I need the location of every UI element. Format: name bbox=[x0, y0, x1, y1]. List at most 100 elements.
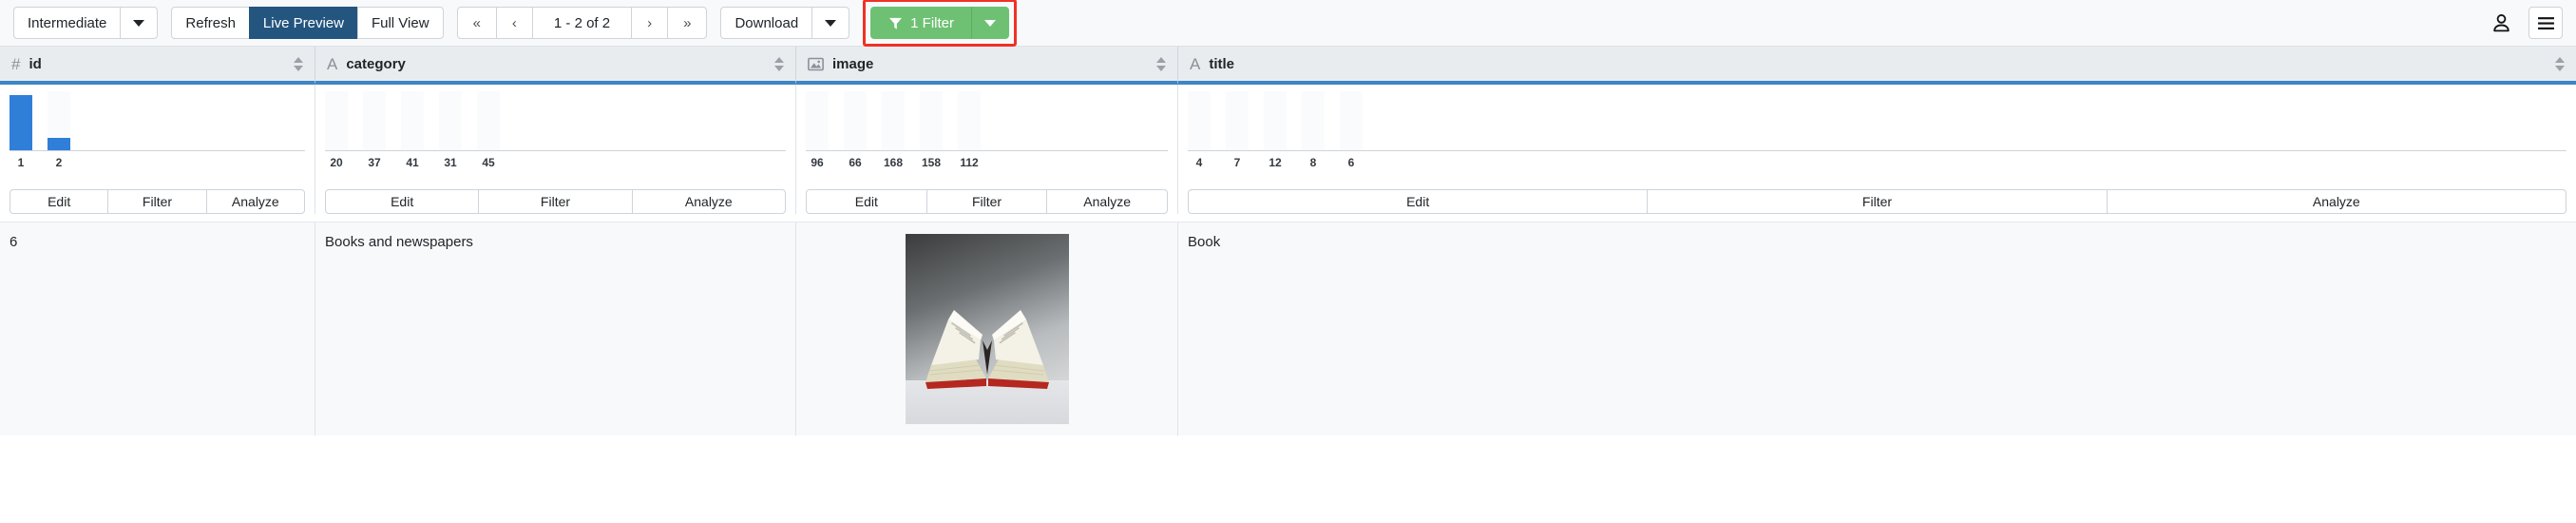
chevron-down-icon bbox=[133, 19, 145, 27]
histogram-plot bbox=[1188, 91, 2566, 151]
level-select-group: Intermediate bbox=[13, 7, 159, 39]
column-histogram-id[interactable]: 12 bbox=[0, 85, 315, 189]
filter-button[interactable]: Filter bbox=[1647, 189, 2108, 214]
column-header-label: category bbox=[346, 55, 406, 72]
cell-category[interactable]: Books and newspapers bbox=[315, 223, 796, 436]
histogram-bar bbox=[325, 91, 348, 150]
analyze-button[interactable]: Analyze bbox=[2106, 189, 2566, 214]
column-actions-id: Edit Filter Analyze bbox=[0, 189, 315, 214]
view-mode-group: Refresh Live Preview Full View bbox=[171, 7, 444, 39]
histogram-bar bbox=[363, 91, 386, 150]
histogram-tick-label: 168 bbox=[883, 156, 904, 169]
column-header-image[interactable]: image bbox=[796, 47, 1178, 85]
cell-image[interactable] bbox=[796, 223, 1178, 436]
filter-funnel-icon bbox=[889, 17, 903, 29]
histogram-plot bbox=[10, 91, 305, 151]
sort-updown-icon[interactable] bbox=[2555, 56, 2565, 71]
sort-updown-icon[interactable] bbox=[1156, 56, 1166, 71]
hamburger-menu-icon bbox=[2537, 16, 2554, 29]
column-header-id[interactable]: # id bbox=[0, 47, 315, 85]
column-histogram-title[interactable]: 4 7 12 8 6 bbox=[1178, 85, 2576, 189]
download-button[interactable]: Download bbox=[720, 7, 813, 39]
histogram-bar-track bbox=[1226, 91, 1249, 150]
toolbar-right-actions bbox=[2487, 7, 2563, 39]
histogram-plot bbox=[806, 91, 1168, 151]
level-select-dropdown-toggle[interactable] bbox=[120, 7, 159, 39]
histogram-tick-label: 66 bbox=[849, 156, 862, 169]
histogram-tick-label: 20 bbox=[330, 156, 343, 169]
full-view-button[interactable]: Full View bbox=[356, 7, 444, 39]
filter-dropdown-toggle[interactable] bbox=[971, 7, 1010, 39]
histogram-bar-track bbox=[325, 91, 348, 150]
filter-button[interactable]: 1 Filter bbox=[870, 7, 973, 39]
histogram-tick-label: 12 bbox=[1269, 156, 1282, 169]
histogram-tick-label: 96 bbox=[811, 156, 824, 169]
live-preview-button[interactable]: Live Preview bbox=[248, 7, 358, 39]
histogram-bar-track bbox=[1188, 91, 1211, 150]
histogram-tick-label: 112 bbox=[960, 156, 979, 169]
refresh-button[interactable]: Refresh bbox=[171, 7, 250, 39]
column-header-category[interactable]: A category bbox=[315, 47, 796, 85]
histogram-bar bbox=[10, 91, 32, 150]
cell-id[interactable]: 6 bbox=[0, 223, 315, 436]
picture-icon bbox=[808, 57, 824, 71]
histogram-tick-label: 158 bbox=[921, 156, 942, 169]
histogram-bar bbox=[439, 91, 462, 150]
histogram-tick-label: 2 bbox=[55, 156, 63, 169]
pagination-group: « ‹ 1 - 2 of 2 › » bbox=[456, 7, 708, 39]
open-book-photo bbox=[905, 234, 1069, 424]
column-histogram-category[interactable]: 20 37 41 31 45 bbox=[315, 85, 796, 189]
sort-updown-icon[interactable] bbox=[294, 56, 303, 71]
histogram-bar-fill bbox=[10, 95, 32, 150]
text-letter-icon: A bbox=[327, 54, 338, 73]
histogram-bar-track bbox=[1264, 91, 1287, 150]
edit-button[interactable]: Edit bbox=[1188, 189, 1649, 214]
column-header-label: id bbox=[29, 55, 42, 72]
analyze-button[interactable]: Analyze bbox=[631, 189, 786, 214]
column-header-label: title bbox=[1209, 55, 1235, 72]
cell-title[interactable]: Book bbox=[1178, 223, 2576, 436]
account-button[interactable] bbox=[2487, 9, 2515, 37]
pagination-next-button[interactable]: › bbox=[631, 7, 669, 39]
histogram-bar-track bbox=[477, 91, 500, 150]
histogram-bar bbox=[1226, 91, 1249, 150]
edit-button[interactable]: Edit bbox=[806, 189, 927, 214]
filter-button[interactable]: Filter bbox=[107, 189, 207, 214]
filter-button[interactable]: Filter bbox=[478, 189, 633, 214]
histogram-tick-label: 4 bbox=[1195, 156, 1203, 169]
histogram-bar bbox=[401, 91, 424, 150]
histogram-bar-track bbox=[882, 91, 905, 150]
column-header-row: # id A category image A title bbox=[0, 47, 2576, 85]
histogram-tick-label: 31 bbox=[444, 156, 457, 169]
column-header-title[interactable]: A title bbox=[1178, 47, 2576, 85]
analyze-button[interactable]: Analyze bbox=[1046, 189, 1169, 214]
hash-icon: # bbox=[11, 54, 21, 73]
pagination-prev-button[interactable]: ‹ bbox=[495, 7, 533, 39]
pagination-first-button[interactable]: « bbox=[456, 7, 497, 39]
histogram-bar bbox=[1264, 91, 1287, 150]
edit-button[interactable]: Edit bbox=[10, 189, 109, 214]
histogram-bar bbox=[1302, 91, 1325, 150]
table-row[interactable]: 6 Books and newspapers Book bbox=[0, 222, 2576, 436]
histogram-bar bbox=[882, 91, 905, 150]
level-select-button[interactable]: Intermediate bbox=[13, 7, 122, 39]
pagination-last-button[interactable]: » bbox=[667, 7, 708, 39]
histogram-bar bbox=[920, 91, 943, 150]
menu-button[interactable] bbox=[2528, 7, 2563, 39]
column-histogram-image[interactable]: 96 66 168 158 112 bbox=[796, 85, 1178, 189]
histogram-bar bbox=[844, 91, 867, 150]
histogram-bar-track bbox=[958, 91, 981, 150]
histogram-tick-label: 7 bbox=[1233, 156, 1241, 169]
edit-button[interactable]: Edit bbox=[325, 189, 480, 214]
sort-updown-icon[interactable] bbox=[774, 56, 784, 71]
filter-highlight-box: 1 Filter bbox=[863, 0, 1018, 47]
histogram-bar-track bbox=[844, 91, 867, 150]
histogram-plot bbox=[325, 91, 786, 151]
histogram-tick-label: 1 bbox=[17, 156, 25, 169]
download-dropdown-toggle[interactable] bbox=[811, 7, 850, 39]
filter-button[interactable]: Filter bbox=[925, 189, 1048, 214]
chevron-down-icon bbox=[984, 19, 997, 27]
histogram-tick-label: 37 bbox=[368, 156, 381, 169]
analyze-button[interactable]: Analyze bbox=[205, 189, 305, 214]
histogram-tick-label: 41 bbox=[406, 156, 419, 169]
